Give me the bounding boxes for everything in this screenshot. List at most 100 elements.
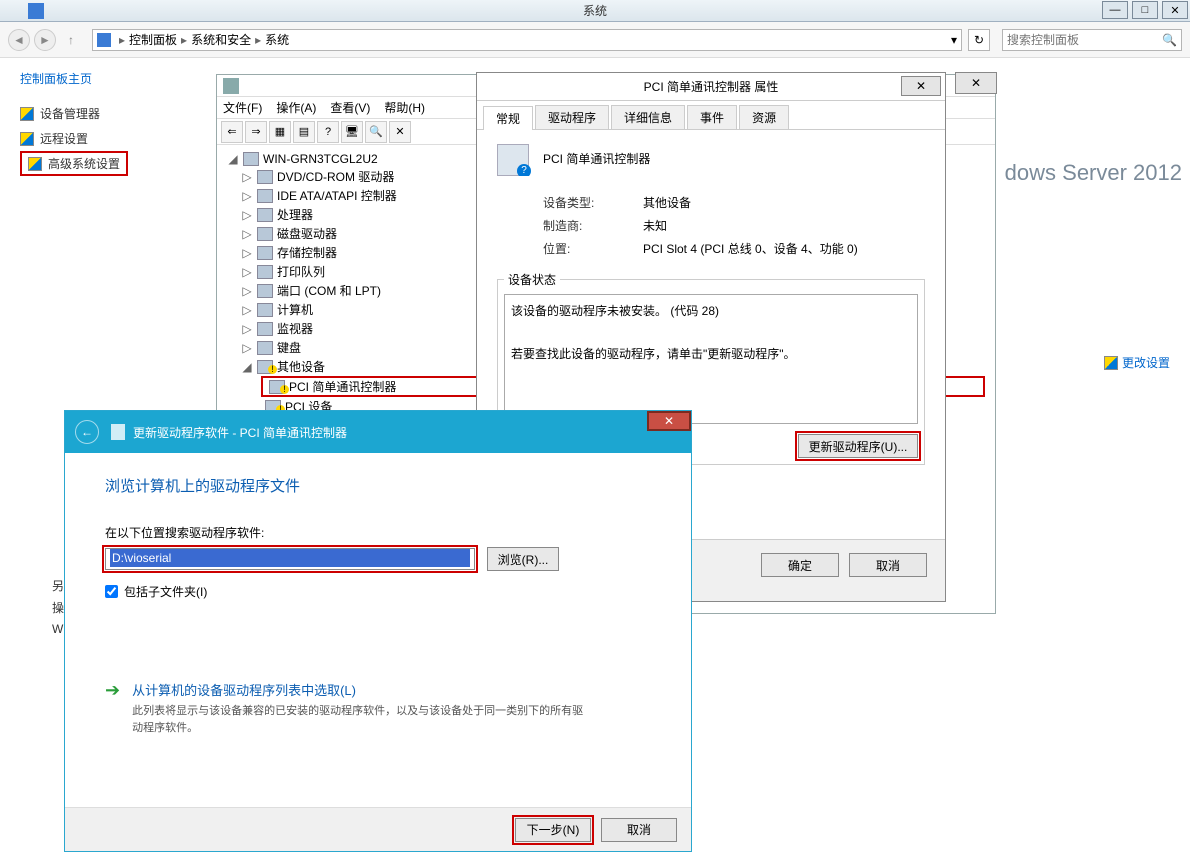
system-icon (28, 3, 44, 19)
loc-value: PCI Slot 4 (PCI 总线 0、设备 4、功能 0) (643, 240, 858, 257)
port-icon (257, 284, 273, 298)
menu-view[interactable]: 查看(V) (330, 99, 370, 116)
tb-remove[interactable]: ✕ (389, 121, 411, 143)
refresh-button[interactable]: ↻ (968, 29, 990, 51)
minimize-button[interactable]: — (1102, 1, 1128, 19)
monitor-icon (257, 322, 273, 336)
tb-back[interactable]: ⇐ (221, 121, 243, 143)
update-driver-button[interactable]: 更新驱动程序(U)... (798, 434, 918, 458)
control-panel-icon (97, 33, 111, 47)
sidebar-item-advanced[interactable]: 高级系统设置 (20, 151, 128, 176)
status-textbox[interactable]: 该设备的驱动程序未被安装。 (代码 28) 若要查找此设备的驱动程序，请单击"更… (504, 294, 918, 424)
breadcrumb-sep: ▸ (255, 33, 261, 47)
status-legend: 设备状态 (504, 271, 560, 288)
cpu-icon (257, 208, 273, 222)
props-title: PCI 简单通讯控制器 属性 (644, 78, 779, 95)
nav-up-button[interactable]: ↑ (60, 29, 82, 51)
tb-help[interactable]: ? (317, 121, 339, 143)
sidebar-item-label: 设备管理器 (40, 105, 100, 122)
loc-label: 位置: (543, 240, 643, 257)
sidebar-item-remote[interactable]: 远程设置 (20, 126, 200, 151)
wizard-title: 更新驱动程序软件 - PCI 简单通讯控制器 (133, 424, 347, 441)
tb-view2[interactable]: ▤ (293, 121, 315, 143)
breadcrumb[interactable]: ▸ 控制面板 ▸ 系统和安全 ▸ 系统 ▾ (92, 29, 962, 51)
menu-file[interactable]: 文件(F) (223, 99, 262, 116)
change-settings-link[interactable]: 更改设置 (1104, 354, 1170, 371)
search-input[interactable] (1007, 33, 1162, 47)
ok-button[interactable]: 确定 (761, 553, 839, 577)
devmgr-icon (223, 78, 239, 94)
include-subfolders-label: 包括子文件夹(I) (124, 583, 207, 600)
cancel-button[interactable]: 取消 (849, 553, 927, 577)
breadcrumb-sep: ▸ (181, 33, 187, 47)
arrow-icon: ➔ (105, 680, 120, 736)
props-tabs: 常规 驱动程序 详细信息 事件 资源 (477, 101, 945, 130)
ide-icon (257, 189, 273, 203)
devmgr-close-button[interactable]: ✕ (955, 72, 997, 94)
browse-button[interactable]: 浏览(R)... (487, 547, 559, 571)
sidebar-header[interactable]: 控制面板主页 (20, 70, 200, 87)
props-titlebar: PCI 简单通讯控制器 属性 ✕ (477, 73, 945, 101)
tab-details[interactable]: 详细信息 (611, 105, 685, 129)
dvd-icon (257, 170, 273, 184)
breadcrumb-dropdown[interactable]: ▾ (951, 33, 957, 47)
mfr-label: 制造商: (543, 217, 643, 234)
windows-server-brand: dows Server 2012 (1005, 160, 1182, 186)
other-devices-icon (257, 360, 273, 374)
nav-back-button[interactable]: ◄ (8, 29, 30, 51)
wizard-cancel-button[interactable]: 取消 (601, 818, 677, 842)
wizard-close-button[interactable]: ✕ (647, 411, 691, 431)
printer-icon (257, 265, 273, 279)
status-line: 若要查找此设备的驱动程序，请单击"更新驱动程序"。 (511, 344, 911, 366)
close-button[interactable]: ✕ (1162, 1, 1188, 19)
sidebar-item-label: 高级系统设置 (48, 155, 120, 172)
tb-scan[interactable]: 🔍 (365, 121, 387, 143)
window-title: 系统 (583, 2, 607, 19)
path-combobox[interactable] (105, 548, 475, 570)
computer-icon (257, 303, 273, 317)
shield-icon (1104, 356, 1118, 370)
tab-resources[interactable]: 资源 (739, 105, 789, 129)
next-button[interactable]: 下一步(N) (515, 818, 591, 842)
sidebar-item-device-manager[interactable]: 设备管理器 (20, 101, 200, 126)
nav-forward-button[interactable]: ► (34, 29, 56, 51)
change-settings-label: 更改设置 (1122, 354, 1170, 371)
option-desc: 此列表将显示与该设备兼容的已安装的驱动程序软件，以及与该设备处于同一类别下的所有… (132, 703, 592, 736)
status-line: 该设备的驱动程序未被安装。 (代码 28) (511, 301, 911, 323)
background-text-peek: 另 操 W (52, 576, 64, 641)
props-close-button[interactable]: ✕ (901, 76, 941, 96)
breadcrumb-item[interactable]: 系统和安全 (191, 31, 251, 48)
menu-help[interactable]: 帮助(H) (384, 99, 425, 116)
search-icon: 🔍 (1162, 33, 1177, 47)
warning-device-icon (269, 380, 285, 394)
breadcrumb-item[interactable]: 系统 (265, 31, 289, 48)
update-driver-wizard: ← 更新驱动程序软件 - PCI 简单通讯控制器 ✕ 浏览计算机上的驱动程序文件… (64, 410, 692, 852)
address-bar: ◄ ► ↑ ▸ 控制面板 ▸ 系统和安全 ▸ 系统 ▾ ↻ 🔍 (0, 22, 1190, 58)
menu-action[interactable]: 操作(A) (276, 99, 316, 116)
tb-view1[interactable]: ▦ (269, 121, 291, 143)
mfr-value: 未知 (643, 217, 667, 234)
disk-icon (257, 227, 273, 241)
wizard-icon (111, 424, 125, 440)
breadcrumb-item[interactable]: 控制面板 (129, 31, 177, 48)
wizard-titlebar: ← 更新驱动程序软件 - PCI 简单通讯控制器 ✕ (65, 411, 691, 453)
path-label: 在以下位置搜索驱动程序软件: (105, 524, 651, 541)
pick-from-list-option[interactable]: ➔ 从计算机的设备驱动程序列表中选取(L) 此列表将显示与该设备兼容的已安装的驱… (105, 680, 651, 736)
include-subfolders-checkbox[interactable] (105, 585, 118, 598)
option-title: 从计算机的设备驱动程序列表中选取(L) (132, 680, 592, 699)
tab-events[interactable]: 事件 (687, 105, 737, 129)
tb-computer[interactable]: 🖥 (341, 121, 363, 143)
type-label: 设备类型: (543, 194, 643, 211)
path-input[interactable] (110, 549, 470, 567)
wizard-footer: 下一步(N) 取消 (65, 807, 691, 851)
search-box[interactable]: 🔍 (1002, 29, 1182, 51)
tab-general[interactable]: 常规 (483, 106, 533, 130)
wizard-body: 浏览计算机上的驱动程序文件 在以下位置搜索驱动程序软件: 浏览(R)... 包括… (65, 453, 691, 758)
maximize-button[interactable]: □ (1132, 1, 1158, 19)
tb-forward[interactable]: ⇒ (245, 121, 267, 143)
wizard-back-button[interactable]: ← (75, 420, 99, 444)
shield-icon (20, 132, 34, 146)
wizard-heading: 浏览计算机上的驱动程序文件 (105, 475, 651, 496)
type-value: 其他设备 (643, 194, 691, 211)
tab-driver[interactable]: 驱动程序 (535, 105, 609, 129)
